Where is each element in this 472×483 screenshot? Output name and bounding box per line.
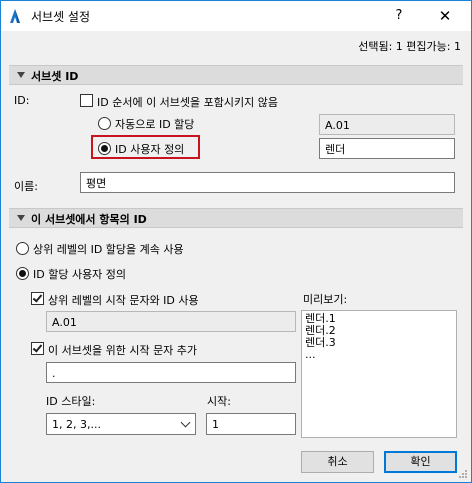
ok-button[interactable]: 확인 bbox=[384, 451, 457, 473]
title-bar: 서브셋 설정 ? ✕ bbox=[1, 1, 471, 31]
custom-id-input[interactable]: 렌더 bbox=[319, 138, 455, 159]
help-button[interactable]: ? bbox=[379, 4, 419, 28]
use-parent-prefix-checkbox[interactable] bbox=[31, 292, 44, 305]
selection-status: 선택됨: 1 편집가능: 1 bbox=[358, 40, 461, 53]
subset-prefix-input[interactable]: . bbox=[46, 362, 296, 383]
exclude-from-sequence-label: ID 순서에 이 서브셋을 포함시키지 않음 bbox=[97, 96, 278, 109]
continue-parent-id-radio[interactable] bbox=[16, 242, 29, 255]
preview-label: 미리보기: bbox=[303, 293, 348, 306]
start-label: 시작: bbox=[207, 395, 231, 408]
id-label: ID: bbox=[14, 94, 30, 107]
name-label: 이름: bbox=[14, 180, 38, 193]
start-input[interactable]: 1 bbox=[206, 413, 296, 435]
close-button[interactable]: ✕ bbox=[425, 4, 465, 28]
cancel-button[interactable]: 취소 bbox=[301, 451, 374, 473]
add-subset-prefix-checkbox[interactable] bbox=[31, 342, 44, 355]
parent-prefix-value: A.01 bbox=[46, 311, 296, 332]
custom-id-assign-radio[interactable] bbox=[16, 267, 29, 280]
section-item-ids-header[interactable]: 이 서브셋에서 항목의 ID bbox=[9, 208, 463, 228]
section-subset-id-title: 서브셋 ID bbox=[31, 70, 79, 83]
exclude-from-sequence-checkbox[interactable] bbox=[80, 94, 93, 107]
highlight-box bbox=[91, 135, 200, 159]
resize-grip-icon[interactable] bbox=[458, 469, 468, 479]
subset-settings-dialog: 서브셋 설정 ? ✕ 선택됨: 1 편집가능: 1 서브셋 ID ID: ID … bbox=[0, 0, 472, 483]
section-item-ids-title: 이 서브셋에서 항목의 ID bbox=[31, 213, 147, 226]
id-style-label: ID 스타일: bbox=[46, 395, 96, 408]
auto-id-value: A.01 bbox=[319, 114, 455, 135]
continue-parent-id-label: 상위 레벨의 ID 할당을 계속 사용 bbox=[33, 243, 184, 256]
id-style-value: 1, 2, 3,... bbox=[52, 418, 101, 431]
auto-assign-id-label: 자동으로 ID 할당 bbox=[115, 118, 195, 131]
window-title: 서브셋 설정 bbox=[31, 10, 91, 24]
app-icon bbox=[10, 9, 20, 23]
auto-assign-id-radio[interactable] bbox=[98, 117, 111, 130]
use-parent-prefix-label: 상위 레벨의 시작 문자와 ID 사용 bbox=[48, 294, 199, 307]
add-subset-prefix-label: 이 서브셋을 위한 시작 문자 추가 bbox=[48, 344, 198, 357]
preview-item: 렌더.3 bbox=[305, 336, 336, 349]
custom-id-assign-label: ID 할당 사용자 정의 bbox=[33, 268, 127, 281]
id-style-select[interactable]: 1, 2, 3,... bbox=[46, 413, 196, 435]
preview-list: 렌더.1 렌더.2 렌더.3 ... bbox=[301, 310, 457, 438]
collapse-triangle-icon bbox=[17, 72, 25, 78]
section-subset-id-header[interactable]: 서브셋 ID bbox=[9, 65, 463, 85]
collapse-triangle-icon bbox=[17, 215, 25, 221]
chevron-down-icon bbox=[180, 417, 191, 428]
name-input[interactable]: 평면 bbox=[80, 172, 455, 193]
preview-item: ... bbox=[305, 348, 316, 361]
